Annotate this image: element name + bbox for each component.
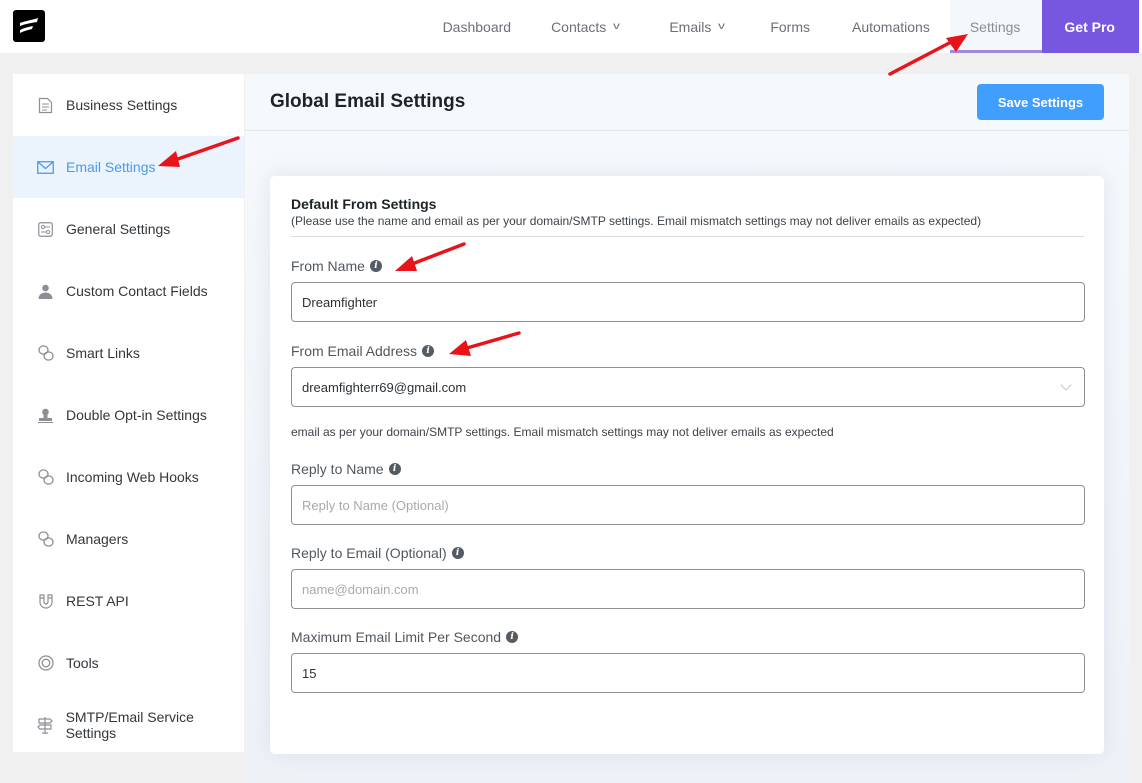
sidebar-item-label: REST API — [66, 593, 129, 609]
link-icon — [37, 469, 54, 486]
sidebar-item-managers[interactable]: Managers — [13, 508, 244, 570]
section-description: (Please use the name and email as per yo… — [291, 214, 1084, 237]
nav-label: Forms — [770, 19, 810, 35]
sidebar-item-label: Smart Links — [66, 345, 140, 361]
nav-emails[interactable]: Emailsv — [637, 0, 742, 53]
sidebar-item-incoming-web-hooks[interactable]: Incoming Web Hooks — [13, 446, 244, 508]
nav-dashboard[interactable]: Dashboard — [423, 0, 532, 53]
sidebar-item-label: Double Opt-in Settings — [66, 407, 207, 423]
from-name-label: From Name i — [291, 258, 1084, 274]
nav-label: Dashboard — [443, 19, 512, 35]
lifebuoy-icon — [37, 655, 54, 672]
info-icon[interactable]: i — [422, 345, 434, 357]
label-text: Reply to Name — [291, 461, 384, 477]
sliders-icon — [37, 221, 54, 238]
email-settings-card: Default From Settings (Please use the na… — [270, 176, 1104, 754]
reply-email-input[interactable] — [291, 569, 1085, 609]
info-icon[interactable]: i — [389, 463, 401, 475]
info-icon[interactable]: i — [370, 260, 382, 272]
main-nav: Dashboard Contactsv Emailsv Forms Automa… — [423, 0, 1139, 53]
nav-label: Contacts — [551, 19, 606, 35]
reply-name-label: Reply to Name i — [291, 461, 1084, 477]
page-header: Global Email Settings Save Settings — [245, 74, 1129, 131]
max-email-limit-label: Maximum Email Limit Per Second i — [291, 629, 1084, 645]
settings-sidebar: Business Settings Email Settings General… — [13, 74, 244, 752]
section-title: Default From Settings — [291, 196, 1084, 212]
sidebar-item-double-opt-in[interactable]: Double Opt-in Settings — [13, 384, 244, 446]
sidebar-item-general-settings[interactable]: General Settings — [13, 198, 244, 260]
from-name-input[interactable] — [291, 282, 1085, 322]
from-email-label: From Email Address i — [291, 343, 1084, 359]
stamp-icon — [37, 407, 54, 424]
sidebar-item-custom-contact-fields[interactable]: Custom Contact Fields — [13, 260, 244, 322]
sidebar-item-label: SMTP/Email Service Settings — [66, 709, 244, 741]
sidebar-item-label: Custom Contact Fields — [66, 283, 208, 299]
envelope-icon — [37, 159, 54, 176]
sidebar-item-tools[interactable]: Tools — [13, 632, 244, 694]
label-text: Reply to Email (Optional) — [291, 545, 447, 561]
reply-name-input[interactable] — [291, 485, 1085, 525]
from-email-select[interactable] — [291, 367, 1085, 407]
sidebar-item-label: Managers — [66, 531, 128, 547]
reply-email-label: Reply to Email (Optional) i — [291, 545, 1084, 561]
link-icon — [37, 345, 54, 362]
from-email-help-text: email as per your domain/SMTP settings. … — [291, 425, 1084, 439]
nav-label: Settings — [970, 19, 1021, 35]
magnet-icon — [37, 593, 54, 610]
save-settings-button[interactable]: Save Settings — [977, 84, 1104, 120]
page-title: Global Email Settings — [270, 91, 465, 113]
nav-label: Emails — [669, 19, 711, 35]
top-navbar: Dashboard Contactsv Emailsv Forms Automa… — [0, 0, 1142, 53]
document-icon — [37, 97, 54, 114]
from-email-select-wrapper — [291, 367, 1084, 407]
nav-settings[interactable]: Settings — [950, 0, 1043, 53]
max-email-limit-input[interactable] — [291, 653, 1085, 693]
sidebar-item-smart-links[interactable]: Smart Links — [13, 322, 244, 384]
label-text: From Email Address — [291, 343, 417, 359]
sidebar-item-smtp-settings[interactable]: SMTP/Email Service Settings — [13, 694, 244, 756]
info-icon[interactable]: i — [506, 631, 518, 643]
sidebar-item-label: Tools — [66, 655, 99, 671]
link-icon — [37, 531, 54, 548]
get-pro-label: Get Pro — [1064, 19, 1115, 35]
sidebar-item-rest-api[interactable]: REST API — [13, 570, 244, 632]
logo-icon — [13, 10, 45, 42]
sidebar-item-email-settings[interactable]: Email Settings — [13, 136, 244, 198]
main-content: Global Email Settings Save Settings Defa… — [245, 74, 1129, 783]
sidebar-item-business-settings[interactable]: Business Settings — [13, 74, 244, 136]
chevron-down-icon: v — [718, 21, 725, 32]
sidebar-item-label: Incoming Web Hooks — [66, 469, 199, 485]
sidebar-item-label: Business Settings — [66, 97, 177, 113]
sidebar-item-label: General Settings — [66, 221, 170, 237]
nav-automations[interactable]: Automations — [830, 0, 950, 53]
info-icon[interactable]: i — [452, 547, 464, 559]
label-text: From Name — [291, 258, 365, 274]
nav-label: Automations — [852, 19, 930, 35]
get-pro-button[interactable]: Get Pro — [1042, 0, 1139, 53]
label-text: Maximum Email Limit Per Second — [291, 629, 501, 645]
chevron-down-icon: v — [613, 21, 620, 32]
nav-forms[interactable]: Forms — [742, 0, 830, 53]
signpost-icon — [37, 717, 54, 734]
user-icon — [37, 283, 54, 300]
sidebar-item-label: Email Settings — [66, 159, 155, 175]
nav-contacts[interactable]: Contacts v — [531, 0, 637, 53]
app-logo[interactable] — [13, 10, 45, 42]
